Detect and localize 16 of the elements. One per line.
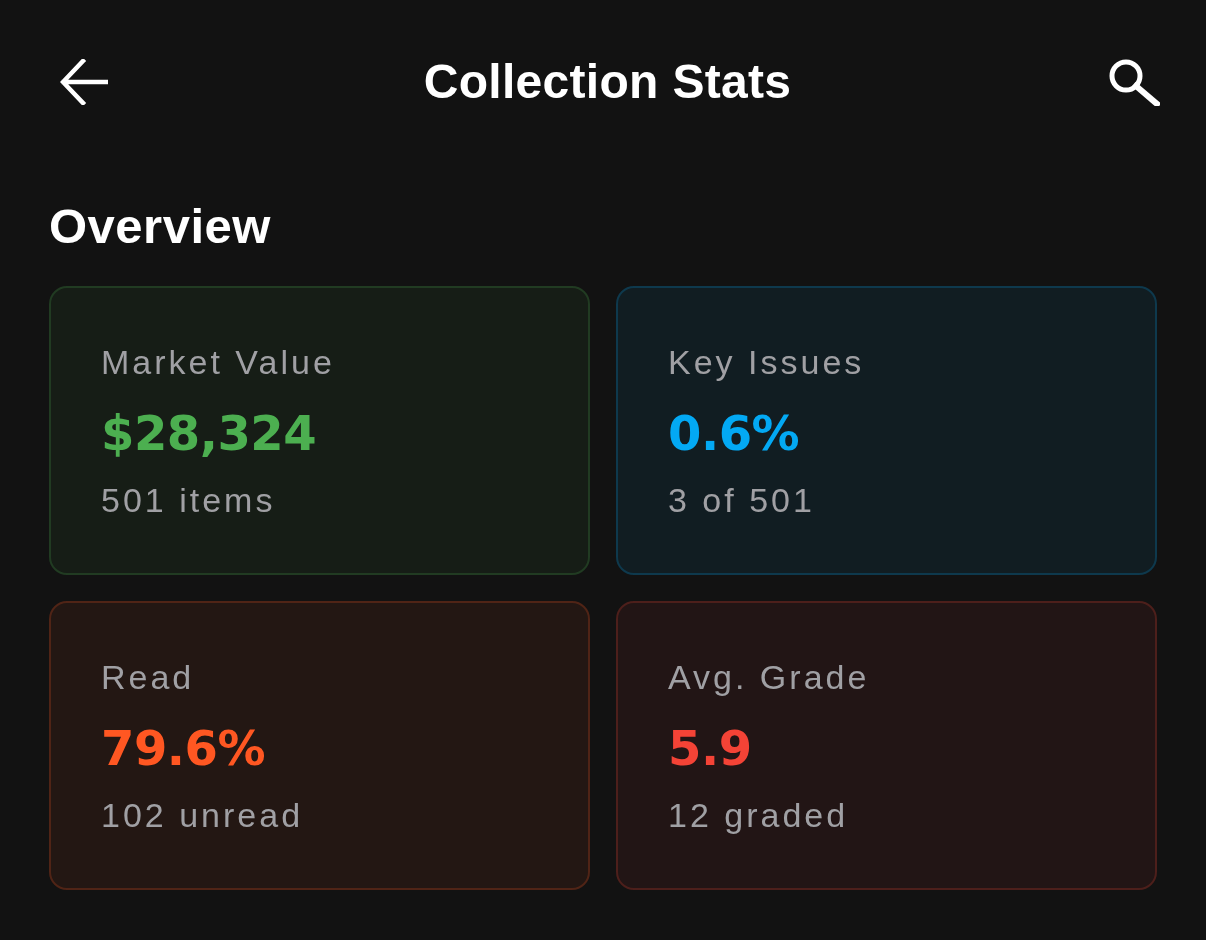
back-arrow-icon[interactable] (60, 59, 108, 105)
stat-detail: 12 graded (668, 795, 849, 836)
stat-value: 79.6% (101, 720, 266, 776)
section-heading: Overview (49, 198, 272, 254)
screen-title: Collection Stats (423, 54, 792, 110)
stat-label: Market Value (101, 342, 335, 383)
stat-detail: 102 unread (101, 795, 304, 836)
stat-detail: 3 of 501 (668, 480, 815, 521)
stat-detail: 501 items (101, 480, 276, 521)
stat-value: $28,324 (101, 405, 317, 461)
stat-label: Avg. Grade (668, 657, 870, 698)
search-icon[interactable] (1107, 58, 1160, 106)
stat-label: Read (101, 657, 195, 698)
stat-value: 0.6% (668, 405, 800, 461)
stat-label: Key Issues (668, 342, 865, 383)
stat-value: 5.9 (668, 720, 752, 776)
